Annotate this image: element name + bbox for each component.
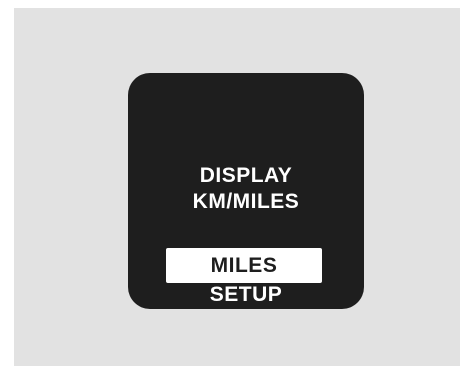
display-frame: DISPLAY KM/MILES MILES SETUP [14, 8, 460, 366]
selected-option-miles[interactable]: MILES [166, 248, 322, 283]
menu-title-line-1: DISPLAY [199, 164, 293, 187]
menu-title-line-2: KM/MILES [192, 190, 300, 213]
instrument-display-screen: DISPLAY KM/MILES MILES SETUP [128, 73, 364, 309]
setup-softkey-label[interactable]: SETUP [128, 283, 364, 307]
